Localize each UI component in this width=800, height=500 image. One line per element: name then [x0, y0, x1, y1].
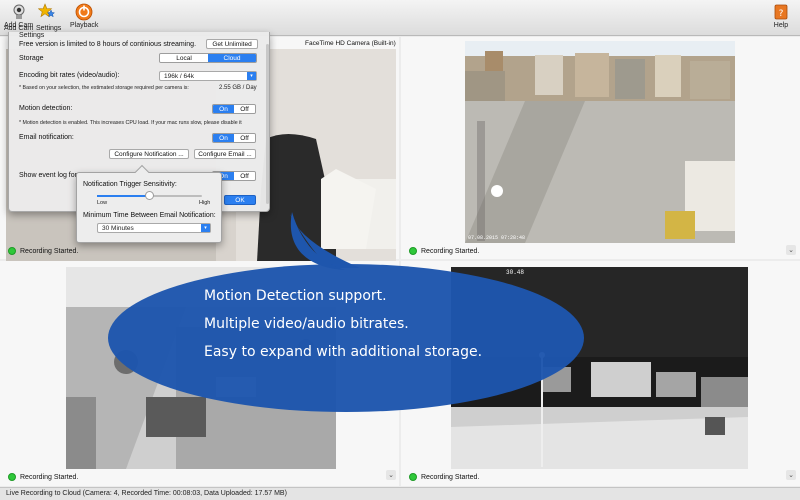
- night-street-video: [451, 267, 748, 469]
- bitrate-select[interactable]: 196k / 64k ▾: [159, 71, 257, 81]
- recording-status-4: Recording Started.: [409, 473, 479, 481]
- high-label: High: [199, 200, 211, 206]
- toolbar: Add Cam Playback ? Help: [0, 0, 800, 36]
- recording-indicator-icon: [409, 247, 417, 255]
- camera-tile-4[interactable]: 30.48 Recording Started. ⌄: [401, 261, 800, 486]
- event-log-off[interactable]: Off: [234, 172, 255, 180]
- storage-estimate-value: 2.55 GB / Day: [219, 85, 257, 91]
- help-book-icon: ?: [774, 4, 788, 20]
- storage-selector[interactable]: Local Cloud: [159, 53, 257, 63]
- help-button[interactable]: ? Help: [772, 3, 790, 29]
- svg-text:?: ?: [779, 9, 784, 19]
- recording-status-2: Recording Started.: [409, 247, 479, 255]
- camera-tile-2[interactable]: 07.08.2015 07:28:48 Recording Started. ⌄: [401, 37, 800, 259]
- email-notification-toggle[interactable]: On Off: [212, 133, 256, 143]
- configure-notification-button[interactable]: Configure Notification ...: [109, 149, 189, 159]
- slider-handle[interactable]: [145, 191, 154, 200]
- ok-button[interactable]: OK: [224, 195, 256, 205]
- settings-title: Settings: [19, 32, 45, 39]
- callout-line-3: Easy to expand with additional storage.: [204, 344, 483, 360]
- storage-estimate-note: * Based on your selection, the estimated…: [19, 85, 189, 91]
- settings-toolbar-label: Settings: [36, 25, 62, 32]
- storage-option-local[interactable]: Local: [160, 54, 208, 62]
- chevron-down-icon[interactable]: ⌄: [786, 470, 796, 480]
- settings-scrollbar[interactable]: [266, 44, 269, 204]
- playback-icon: [75, 3, 93, 21]
- stars-icon: [38, 3, 56, 18]
- sensitivity-slider[interactable]: [97, 191, 202, 200]
- storage-label: Storage: [19, 55, 44, 62]
- free-version-notice: Free version is limited to 8 hours of co…: [19, 41, 197, 48]
- configure-email-button[interactable]: Configure Email ...: [194, 149, 256, 159]
- camera-title: FaceTime HD Camera (Built-in): [305, 40, 396, 47]
- min-time-select[interactable]: 30 Minutes ▾: [97, 223, 211, 233]
- min-time-label: Minimum Time Between Email Notification:: [83, 212, 216, 219]
- chevron-down-icon[interactable]: ⌄: [386, 470, 396, 480]
- motion-off[interactable]: Off: [234, 105, 255, 113]
- select-arrow-icon: ▾: [201, 224, 210, 232]
- town-square-video: [465, 41, 735, 243]
- email-off[interactable]: Off: [234, 134, 255, 142]
- recording-indicator-icon: [8, 247, 16, 255]
- recording-status-1: Recording Started.: [8, 247, 78, 255]
- motion-detection-label: Motion detection:: [19, 105, 73, 112]
- motion-detection-note: * Motion detection is enabled. This incr…: [19, 120, 242, 126]
- chevron-down-icon[interactable]: ⌄: [786, 245, 796, 255]
- callout-line-1: Motion Detection support.: [204, 288, 387, 304]
- low-label: Low: [97, 200, 108, 206]
- callout-line-2: Multiple video/audio bitrates.: [204, 316, 409, 332]
- select-arrow-icon: ▾: [247, 72, 256, 80]
- recording-status-3: Recording Started.: [8, 473, 78, 481]
- add-cam-label: Add Cam: [4, 25, 34, 32]
- status-bar: Live Recording to Cloud (Camera: 4, Reco…: [0, 487, 800, 500]
- sensitivity-label: Notification Trigger Sensitivity:: [83, 181, 177, 188]
- storage-option-cloud[interactable]: Cloud: [208, 54, 256, 62]
- email-on[interactable]: On: [213, 134, 234, 142]
- camera-icon: [13, 4, 25, 19]
- motion-detection-toggle[interactable]: On Off: [212, 104, 256, 114]
- settings-button[interactable]: [38, 3, 56, 22]
- camera-feed-4[interactable]: 30.48: [451, 267, 748, 469]
- bitrate-label: Encoding bit rates (video/audio):: [19, 72, 120, 79]
- camera-feed-2[interactable]: 07.08.2015 07:28:48: [465, 41, 735, 243]
- email-notification-label: Email notification:: [19, 134, 74, 141]
- get-unlimited-button[interactable]: Get Unlimited: [206, 39, 258, 49]
- recording-indicator-icon: [409, 473, 417, 481]
- playback-button[interactable]: Playback: [70, 3, 98, 29]
- motion-on[interactable]: On: [213, 105, 234, 113]
- event-log-label: Show event log for: [19, 172, 77, 179]
- recording-indicator-icon: [8, 473, 16, 481]
- notification-settings-popover: Notification Trigger Sensitivity: Low Hi…: [76, 164, 222, 243]
